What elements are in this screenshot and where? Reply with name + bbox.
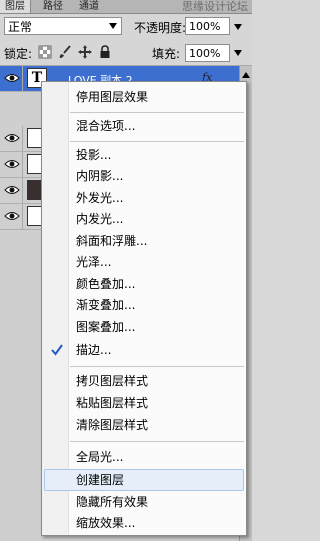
menu-item-clear-layer-style[interactable]: 清除图层样式: [76, 415, 148, 435]
opacity-input[interactable]: 100%: [185, 17, 230, 35]
menu-item-color-overlay[interactable]: 颜色叠加...: [76, 274, 135, 294]
fill-input[interactable]: 100%: [185, 44, 230, 62]
chevron-down-icon: [109, 23, 117, 29]
blend-mode-value: 正常: [8, 20, 33, 34]
eye-icon[interactable]: [4, 132, 20, 144]
tab-channels[interactable]: 通道: [74, 0, 104, 13]
menu-item-satin[interactable]: 光泽...: [76, 252, 111, 272]
menu-item-inner-glow[interactable]: 内发光...: [76, 209, 123, 229]
lock-icon[interactable]: [98, 45, 112, 59]
menu-item-pattern-overlay[interactable]: 图案叠加...: [76, 317, 135, 337]
menu-item-inner-shadow[interactable]: 内阴影...: [76, 166, 123, 186]
menu-gutter: [42, 82, 69, 535]
menu-item-paste-layer-style[interactable]: 粘贴图层样式: [76, 393, 148, 413]
menu-item-scale-effects[interactable]: 缩放效果...: [76, 513, 135, 533]
lock-label: 锁定:: [4, 47, 33, 61]
eye-icon[interactable]: [4, 72, 20, 84]
visibility-cell: [0, 152, 23, 177]
menu-item-bevel-emboss[interactable]: 斜面和浮雕...: [76, 231, 147, 251]
visibility-cell[interactable]: [0, 66, 23, 91]
menu-item-stroke[interactable]: 描边...: [76, 340, 111, 360]
blend-options-row: 正常 不透明度: 100%: [0, 14, 252, 40]
menu-item-create-layer[interactable]: 创建图层: [76, 470, 124, 490]
lock-options-row: 锁定: 填充: 100%: [0, 41, 252, 66]
layer-style-context-menu: 停用图层效果 混合选项... 投影... 内阴影... 外发光... 内发光..…: [41, 81, 247, 536]
menu-item-drop-shadow[interactable]: 投影...: [76, 145, 111, 165]
menu-separator: [70, 441, 244, 442]
visibility-cell: [0, 178, 23, 203]
visibility-cell: [0, 204, 23, 229]
lock-transparency-icon[interactable]: [38, 45, 52, 59]
eye-icon[interactable]: [4, 184, 20, 196]
fill-arrow-icon[interactable]: [234, 50, 242, 56]
scroll-up-icon[interactable]: [242, 72, 250, 78]
menu-item-disable-layer-effects[interactable]: 停用图层效果: [76, 87, 148, 107]
visibility-cell: [0, 126, 23, 151]
menu-separator: [70, 112, 244, 113]
menu-item-gradient-overlay[interactable]: 渐变叠加...: [76, 295, 135, 315]
menu-highlight: [44, 469, 244, 491]
checkmark-icon: [51, 344, 63, 356]
opacity-label: 不透明度:: [134, 21, 187, 35]
fill-label: 填充:: [152, 47, 181, 61]
eye-icon[interactable]: [4, 210, 20, 222]
blend-mode-select[interactable]: 正常: [4, 17, 122, 35]
menu-item-outer-glow[interactable]: 外发光...: [76, 188, 123, 208]
tab-layers[interactable]: 图层: [0, 0, 31, 13]
menu-separator: [70, 366, 244, 367]
move-icon[interactable]: [78, 45, 92, 59]
tab-paths[interactable]: 路径: [38, 0, 68, 13]
menu-item-global-light[interactable]: 全局光...: [76, 447, 123, 467]
menu-item-hide-all-effects[interactable]: 隐藏所有效果: [76, 492, 148, 512]
menu-item-copy-layer-style[interactable]: 拷贝图层样式: [76, 371, 148, 391]
watermark-text: 思缘设计论坛: [182, 0, 248, 13]
panel-tab-bar: 图层 路径 通道 思缘设计论坛: [0, 0, 252, 14]
eye-icon[interactable]: [4, 158, 20, 170]
brush-icon[interactable]: [58, 45, 72, 59]
menu-separator: [70, 141, 244, 142]
opacity-arrow-icon[interactable]: [234, 24, 242, 30]
menu-item-blending-options[interactable]: 混合选项...: [76, 116, 135, 136]
layers-panel: 图层 路径 通道 思缘设计论坛 正常 不透明度: 100% 锁定: 填充: 10…: [0, 0, 252, 541]
